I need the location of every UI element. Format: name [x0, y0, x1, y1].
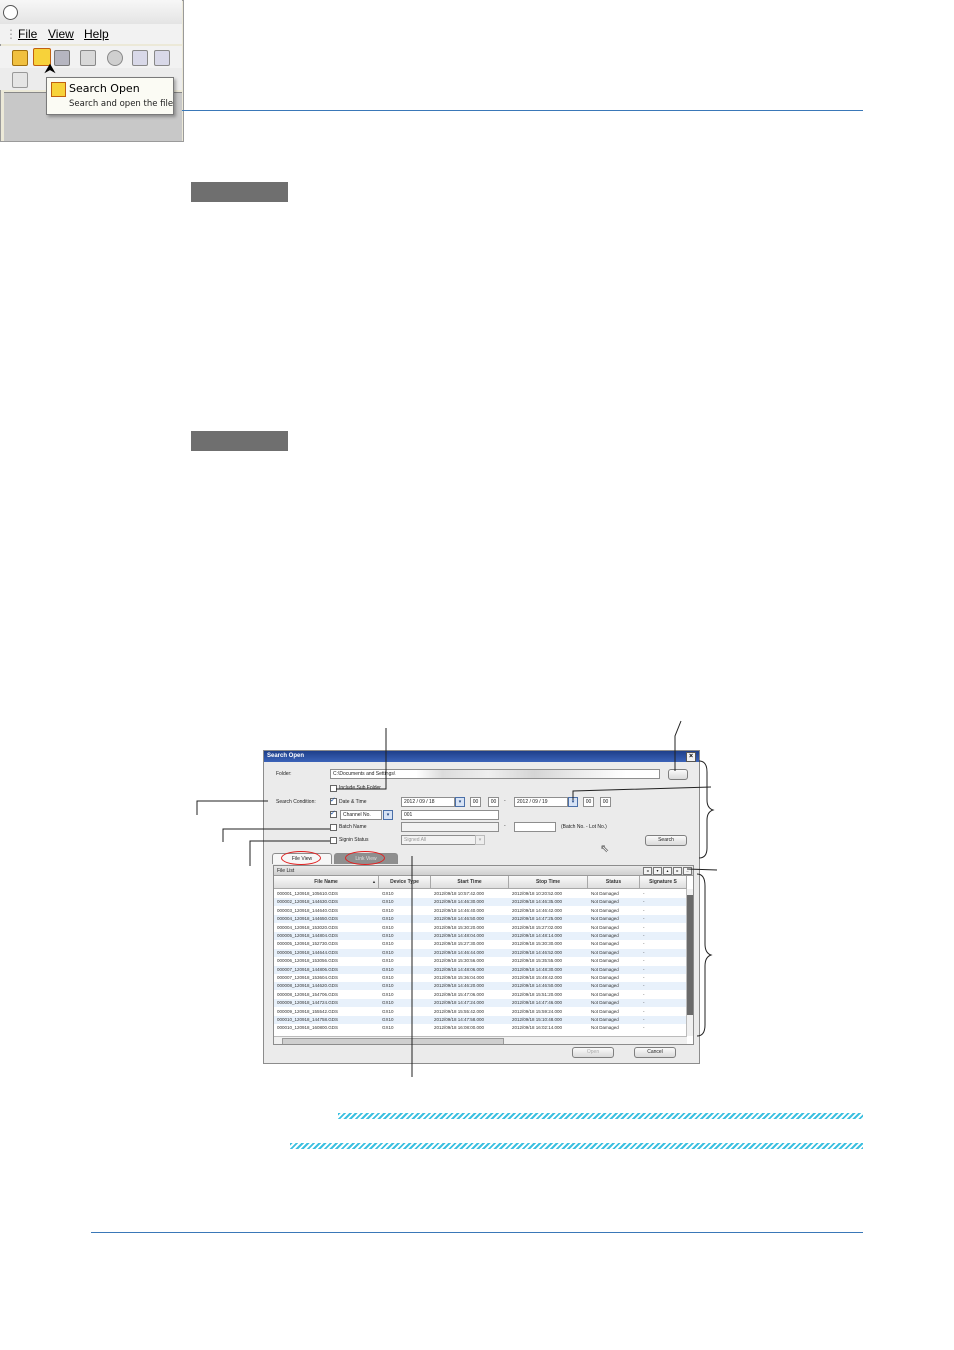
callout-search-condition: [196, 800, 268, 815]
file-list-bracket: [696, 873, 713, 1037]
callout-include-sub-folder: [336, 728, 387, 790]
note-hatch-top: [338, 1113, 863, 1119]
callout-signin-status: [249, 840, 330, 866]
callout-browse-button: [674, 720, 682, 771]
note-hatch-bottom: [290, 1143, 863, 1149]
search-condition-bracket: [698, 760, 715, 859]
callout-batch-name: [222, 828, 330, 842]
callout-tab-row: [686, 868, 718, 871]
callout-date-range: [572, 786, 712, 800]
